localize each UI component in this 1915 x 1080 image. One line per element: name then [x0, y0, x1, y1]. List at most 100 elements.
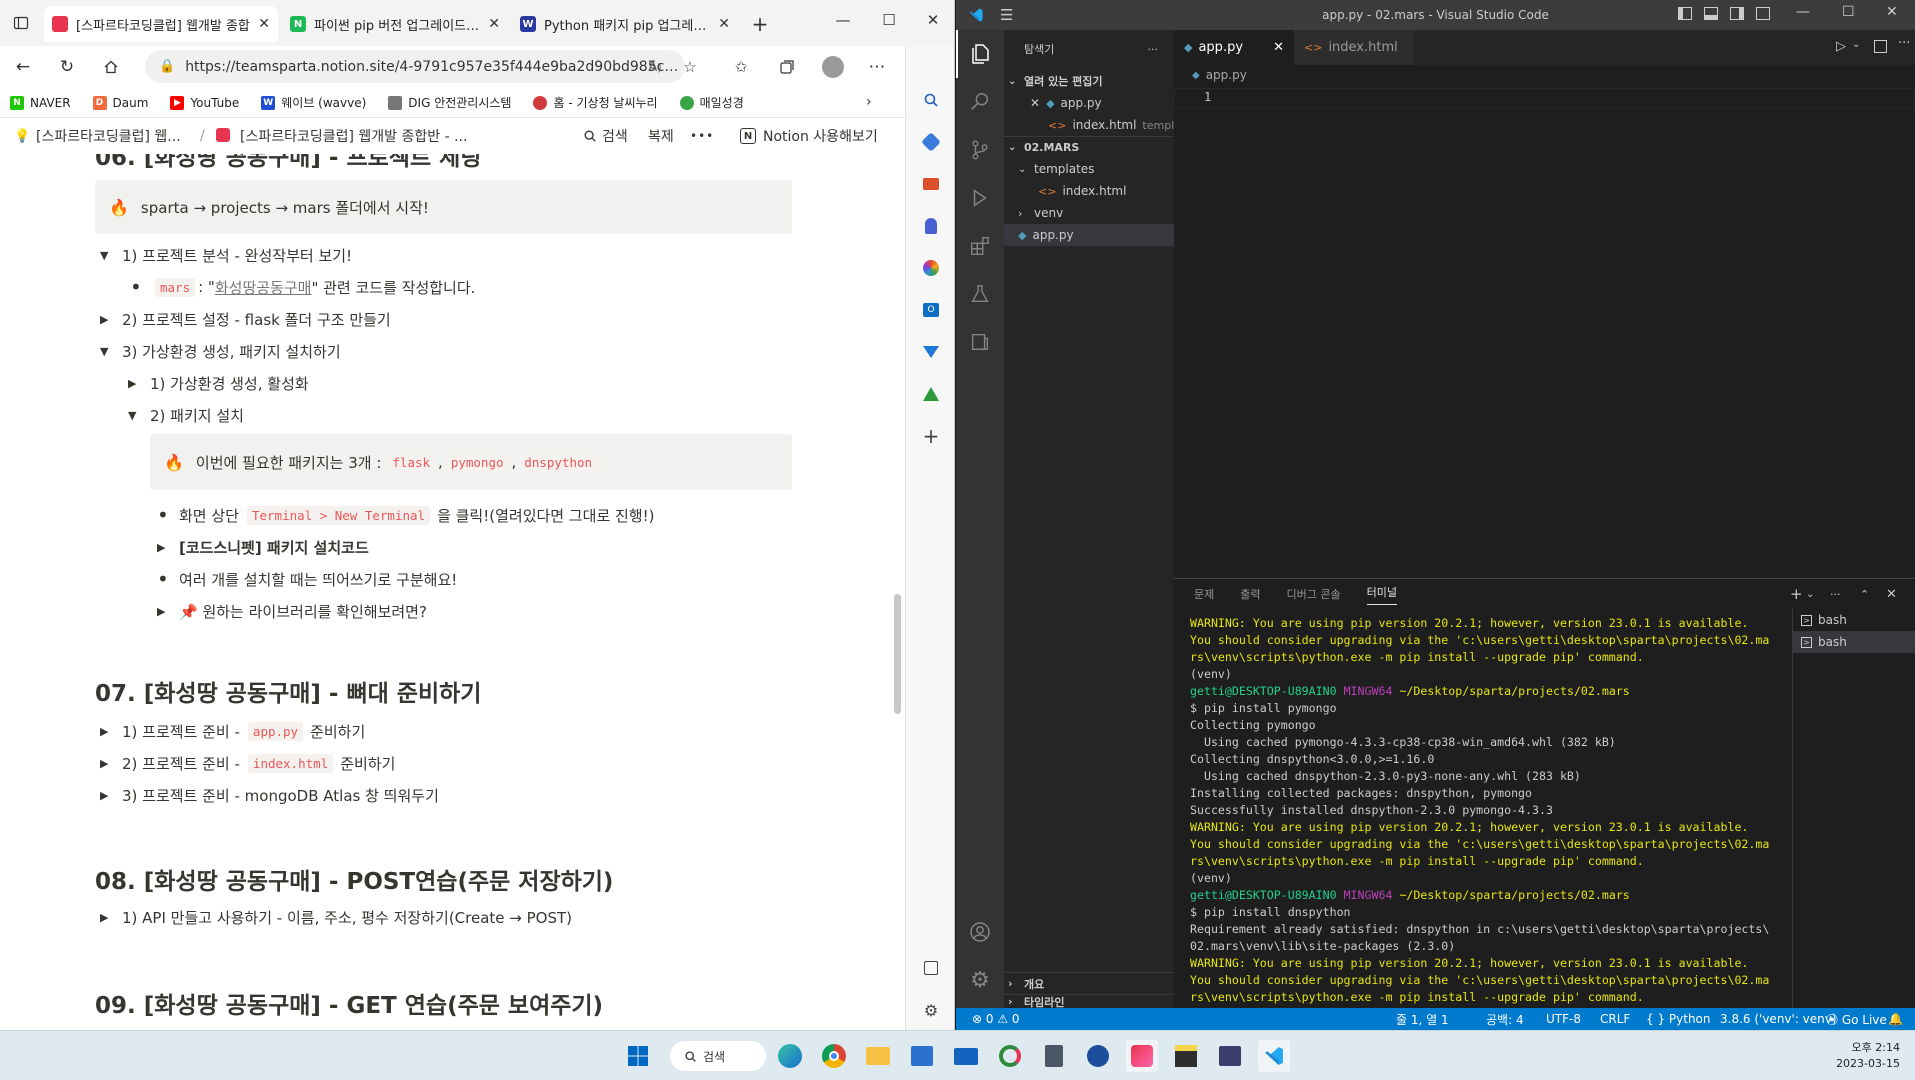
tab-sparta[interactable]: [스파르타코딩클럽] 웹개발 종합 ✕: [44, 6, 278, 42]
office-icon[interactable]: [919, 256, 943, 280]
code-editor[interactable]: [1242, 88, 1915, 578]
back-arrow-icon[interactable]: ←: [8, 52, 38, 82]
chevron-down-icon[interactable]: ⌄: [1852, 39, 1860, 50]
open-editor-index-html[interactable]: <>index.htmltempl...: [1004, 114, 1174, 136]
editor-tab-index-html[interactable]: <> index.html: [1294, 30, 1414, 65]
folder-header[interactable]: ⌄ 02.MARS: [1004, 136, 1174, 158]
toggle-check-library[interactable]: ▶ 📌 원하는 라이브러리를 확인해보려면?: [157, 598, 427, 624]
more-menu-icon[interactable]: ⋯: [862, 52, 892, 82]
snipping-tool-icon[interactable]: [1126, 1040, 1158, 1072]
tab-terminal[interactable]: 터미널: [1366, 584, 1397, 605]
toggle-closed-icon[interactable]: ▶: [157, 541, 179, 554]
close-tab-icon[interactable]: ✕: [1273, 40, 1284, 55]
favorite-star-icon[interactable]: ☆: [675, 52, 705, 82]
tab-pip-upgrade-1[interactable]: N 파이썬 pip 버전 업그레이드 : 냐 ✕: [282, 6, 508, 42]
toggle-open-icon[interactable]: ▼: [100, 249, 122, 262]
open-editors-header[interactable]: ⌄ 열려 있는 편집기: [1004, 70, 1174, 92]
file-explorer-icon[interactable]: [862, 1040, 894, 1072]
file-index-html[interactable]: <> index.html: [1004, 180, 1174, 202]
manage-gear-icon[interactable]: ⚙: [956, 956, 1004, 1004]
link-mars-project[interactable]: 화성땅공동구매: [215, 277, 312, 298]
notifications-bell-icon[interactable]: 🔔: [1888, 1012, 1903, 1026]
menu-hamburger-icon[interactable]: ☰: [1000, 6, 1013, 24]
toggle-prepare-app-py[interactable]: ▶ 1) 프로젝트 준비 - app.py 준비하기: [100, 718, 365, 744]
tab-output[interactable]: 출력: [1240, 586, 1260, 602]
url-input[interactable]: 🔒 https://teamsparta.notion.site/4-9791c…: [145, 50, 685, 83]
sidebar-panel-icon[interactable]: [919, 956, 943, 980]
more-icon[interactable]: ···: [1830, 588, 1841, 601]
toggle-closed-icon[interactable]: ▶: [128, 377, 150, 390]
folder-venv[interactable]: › venv: [1004, 202, 1174, 224]
calculator-icon[interactable]: [1038, 1040, 1070, 1072]
new-terminal-icon[interactable]: +: [1790, 585, 1803, 603]
chevron-down-icon[interactable]: ⌄: [1806, 589, 1814, 600]
toggle-closed-icon[interactable]: ▶: [100, 725, 122, 738]
bookmark-bible[interactable]: 매일성경: [679, 94, 744, 111]
timeline-header[interactable]: › 타임라인: [1004, 994, 1174, 1008]
toggle-project-setup[interactable]: ▶ 2) 프로젝트 설정 - flask 폴더 구조 만들기: [100, 306, 391, 332]
profile-avatar[interactable]: [818, 52, 848, 82]
close-tab-icon[interactable]: ✕: [488, 16, 500, 32]
split-editor-icon[interactable]: [1874, 40, 1887, 53]
toggle-package-install[interactable]: ▼ 2) 패키지 설치: [128, 402, 244, 428]
toggle-prepare-atlas[interactable]: ▶ 3) 프로젝트 준비 - mongoDB Atlas 창 띄워두기: [100, 782, 439, 808]
notion-search-button[interactable]: 검색: [583, 126, 628, 146]
mail-icon[interactable]: [950, 1040, 982, 1072]
search-icon[interactable]: [919, 88, 943, 112]
toggle-prepare-index[interactable]: ▶ 2) 프로젝트 준비 - index.html 준비하기: [100, 750, 395, 776]
toggle-post-api[interactable]: ▶ 1) API 만들고 사용하기 - 이름, 주소, 평수 저장하기(Creat…: [100, 904, 572, 930]
more-actions-icon[interactable]: ···: [1898, 36, 1910, 51]
chess-icon[interactable]: [919, 214, 943, 238]
toggle-panel-icon[interactable]: [1704, 7, 1718, 20]
outlook-icon[interactable]: O: [919, 298, 943, 322]
search-icon[interactable]: [956, 78, 1004, 126]
favorites-icon[interactable]: ✩: [726, 52, 756, 82]
maximize-button[interactable]: ☐: [1842, 4, 1855, 20]
maximize-panel-icon[interactable]: ⌃: [1860, 588, 1869, 601]
open-editor-app-py[interactable]: ✕ ◆ app.py: [1004, 92, 1174, 114]
toggle-closed-icon[interactable]: ▶: [157, 605, 179, 618]
file-app-py[interactable]: ◆ app.py: [1004, 224, 1174, 246]
explorer-more-button[interactable]: ···: [1148, 43, 1159, 56]
tag-icon[interactable]: [919, 130, 943, 154]
tree-icon[interactable]: [919, 382, 943, 406]
close-tab-icon[interactable]: ✕: [718, 16, 730, 32]
extensions-icon[interactable]: [956, 222, 1004, 270]
breadcrumb-parent[interactable]: [스파르타코딩클럽] 웹...: [36, 126, 181, 146]
taskbar-search[interactable]: 검색: [670, 1041, 766, 1071]
account-icon[interactable]: [956, 908, 1004, 956]
bookmark-youtube[interactable]: ▶ YouTube: [170, 95, 239, 110]
terminal-item-bash-2[interactable]: > bash: [1793, 631, 1915, 653]
more-options-button[interactable]: •••: [690, 129, 714, 143]
cursor-position[interactable]: 줄 1, 열 1: [1396, 1011, 1449, 1028]
remote-explorer-icon[interactable]: [956, 318, 1004, 366]
bookmark-daum[interactable]: D Daum: [92, 95, 148, 110]
app-c-icon[interactable]: [994, 1040, 1026, 1072]
terminal-output[interactable]: WARNING: You are using pip version 20.2.…: [1190, 615, 1790, 1007]
home-icon[interactable]: [96, 52, 126, 82]
testing-flask-icon[interactable]: [956, 270, 1004, 318]
toggle-open-icon[interactable]: ▼: [128, 409, 150, 422]
problems-count[interactable]: ⊗ 0 ⚠ 0: [972, 1012, 1020, 1026]
run-debug-icon[interactable]: [956, 174, 1004, 222]
close-button[interactable]: ✕: [1886, 4, 1898, 20]
run-python-icon[interactable]: ▷: [1836, 39, 1846, 54]
tab-pip-upgrade-2[interactable]: W Python 패키지 pip 업그레이드, ✕: [512, 6, 738, 42]
chrome-icon[interactable]: [818, 1040, 850, 1072]
minimize-button[interactable]: —: [1796, 4, 1810, 20]
go-live-button[interactable]: ⦿ Go Live: [1826, 1011, 1887, 1028]
end-of-line[interactable]: CRLF: [1600, 1012, 1630, 1026]
tab-debug-console[interactable]: 디버그 콘솔: [1287, 586, 1341, 602]
try-notion-button[interactable]: N Notion 사용해보기: [740, 126, 878, 146]
toggle-code-snippet[interactable]: ▶ [코드스니펫] 패키지 설치코드: [157, 534, 369, 560]
breadcrumb-current[interactable]: [스파르타코딩클럽] 웹개발 종합반 - ...: [240, 126, 467, 146]
edge-browser-icon[interactable]: [774, 1040, 806, 1072]
collections-icon[interactable]: [772, 52, 802, 82]
toggle-sidebar-icon[interactable]: [1678, 7, 1692, 20]
tab-actions-icon[interactable]: [10, 12, 32, 34]
indentation[interactable]: 공백: 4: [1486, 1011, 1524, 1028]
layout-icon[interactable]: [1756, 7, 1770, 20]
bookmark-wavve[interactable]: W 웨이브 (wavve): [261, 94, 366, 111]
page-scrollbar[interactable]: [892, 154, 902, 1030]
toggle-project-analysis[interactable]: ▼ 1) 프로젝트 분석 - 완성작부터 보기!: [100, 242, 352, 268]
